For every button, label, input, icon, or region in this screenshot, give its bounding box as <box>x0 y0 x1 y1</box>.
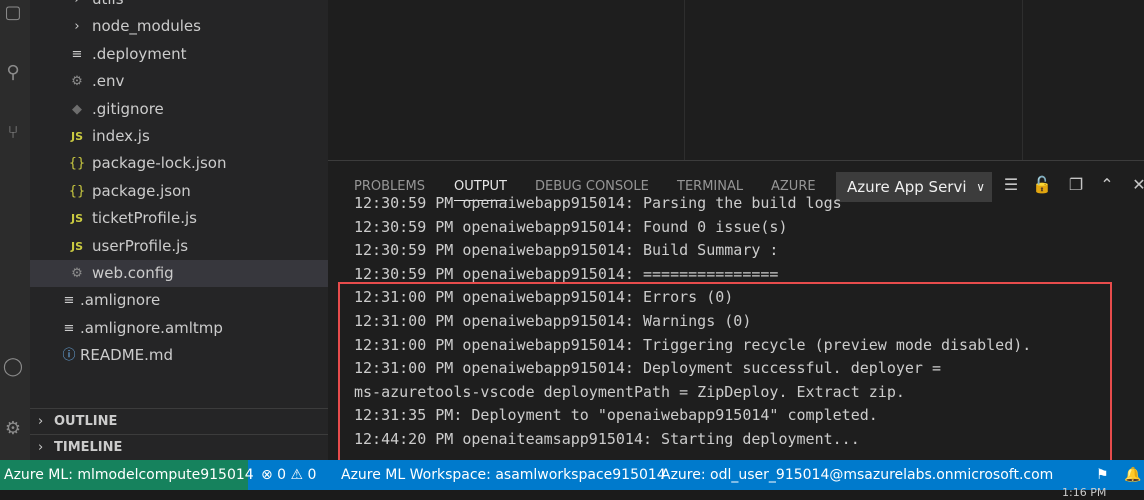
chevron-right-icon: › <box>68 0 86 13</box>
tree-item[interactable]: ◆ .gitignore <box>30 96 328 123</box>
filter-lines-icon[interactable]: ☰ <box>1000 174 1022 196</box>
braces-icon: {} <box>68 183 86 199</box>
notifications-bell-icon[interactable]: 🔔 <box>1124 460 1141 490</box>
info-icon: ⓘ <box>62 348 76 364</box>
tree-item-label: userProfile.js <box>92 236 189 255</box>
tree-item[interactable]: ≡ .amlignore.amltmp <box>30 315 328 342</box>
remote-indicator-label: Azure ML: mlmodelcompute915014 <box>4 467 254 483</box>
tree-item-label: README.md <box>80 346 174 365</box>
chevron-right-icon: › <box>38 440 44 455</box>
tree-item[interactable]: JS index.js <box>30 123 328 150</box>
tree-item-label: .amlignore.amltmp <box>80 318 223 337</box>
tree-item-label: .env <box>92 72 125 91</box>
azure-ml-workspace[interactable]: Azure ML Workspace: asamlworkspace915014 <box>341 460 666 490</box>
tree-item-label: utils <box>92 0 124 13</box>
braces-icon: {} <box>68 156 86 172</box>
lines-icon: ≡ <box>63 293 75 309</box>
tree-item[interactable]: › utils <box>30 0 328 13</box>
clock: 1:16 PM <box>1062 486 1107 499</box>
tree-item-label: package-lock.json <box>92 154 227 173</box>
account-icon[interactable]: ◯ <box>2 356 24 378</box>
tree-item[interactable]: › node_modules <box>30 13 328 40</box>
explorer-sidebar: › utils › node_modules ≡ .deployment ⚙ .env ◆ .gi… <box>30 0 328 460</box>
tree-item[interactable]: {} package-lock.json <box>30 150 328 177</box>
tree-item-label: package.json <box>92 181 191 200</box>
tree-item[interactable]: ≡ .amlignore <box>30 287 328 314</box>
tree-item-label: web.config <box>92 264 174 282</box>
close-icon[interactable]: ✕ <box>1128 174 1144 196</box>
tree-item[interactable]: ⓘ README.md <box>30 342 328 369</box>
editor-area <box>328 0 1144 160</box>
activity-bar: ▢ ⚲ ⑂ ◯ ⚙ <box>0 0 30 460</box>
tree-item[interactable]: ⚙ web.config <box>30 260 328 287</box>
lines-icon: ≡ <box>63 320 75 336</box>
editor-split-divider <box>1022 0 1023 160</box>
chevron-right-icon: › <box>38 414 44 429</box>
outline-label: OUTLINE <box>54 414 118 429</box>
timeline-label: TIMELINE <box>54 440 123 455</box>
highlight-annotation-box <box>338 282 1112 462</box>
editor-split-divider <box>684 0 685 160</box>
js-icon: JS <box>70 130 83 143</box>
timeline-section[interactable]: › TIMELINE <box>30 434 328 461</box>
diamond-icon: ◆ <box>72 101 82 117</box>
search-icon[interactable]: ⚲ <box>2 62 24 84</box>
js-icon: JS <box>70 212 83 226</box>
output-channel-value: Azure App Servi <box>847 178 967 196</box>
tree-item[interactable]: JS userProfile.js <box>30 233 328 260</box>
tree-item-label: ticketProfile.js <box>92 209 197 228</box>
output-line: 12:30:59 PM openaiwebapp915014: Build Su… <box>354 241 779 260</box>
status-bar: Azure ML: mlmodelcompute915014 ⊗ 0 ⚠ 0 A… <box>0 460 1144 490</box>
tree-item-label: index.js <box>92 127 150 145</box>
tree-item-label: .amlignore <box>80 291 161 310</box>
azure-account[interactable]: Azure: odl_user_915014@msazurelabs.onmic… <box>661 460 1053 490</box>
source-control-icon[interactable]: ⑂ <box>2 122 24 144</box>
taskbar-strip: 1:16 PM <box>0 486 1144 500</box>
tree-item-label: .deployment <box>92 44 187 63</box>
chevron-down-icon: ∨ <box>976 180 985 194</box>
tree-item[interactable]: ≡ .deployment <box>30 41 328 68</box>
lines-icon: ≡ <box>71 46 83 62</box>
tree-item[interactable]: JS ticketProfile.js <box>30 205 328 232</box>
tree-item-label: node_modules <box>92 17 201 36</box>
tree-item[interactable]: {} package.json <box>30 178 328 205</box>
output-line: 12:30:59 PM openaiwebapp915014: Found 0 … <box>354 217 788 236</box>
gear-icon: ⚙ <box>71 266 83 281</box>
output-line: 12:30:59 PM openaiwebapp915014: Parsing … <box>354 194 842 212</box>
chevron-right-icon: › <box>74 19 80 35</box>
js-icon: JS <box>70 239 83 253</box>
clear-output-icon[interactable]: ❐ <box>1065 174 1087 196</box>
output-channel-select[interactable]: Azure App Servi ∨ <box>836 172 992 202</box>
problems-indicator[interactable]: ⊗ 0 ⚠ 0 <box>261 460 316 490</box>
gear-icon: ⚙ <box>71 74 83 90</box>
chevron-up-icon[interactable]: ⌃ <box>1096 174 1118 196</box>
lock-icon[interactable]: 🔓 <box>1031 174 1053 196</box>
outline-section[interactable]: › OUTLINE <box>30 408 328 435</box>
manage-gear-icon[interactable]: ⚙ <box>2 418 24 440</box>
tree-item[interactable]: ⚙ .env <box>30 68 328 95</box>
explorer-icon[interactable]: ▢ <box>2 2 24 24</box>
tree-item-label: .gitignore <box>92 99 164 118</box>
